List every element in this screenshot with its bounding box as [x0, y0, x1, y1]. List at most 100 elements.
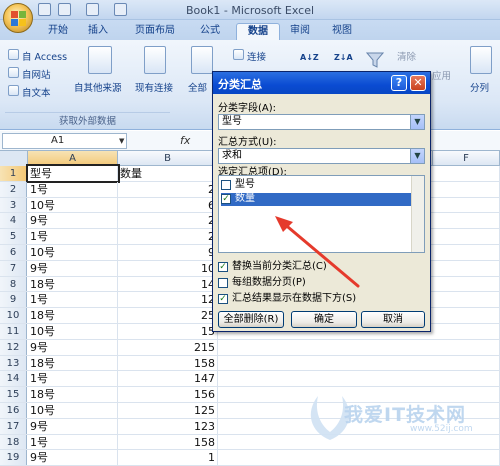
filter-icon[interactable]	[365, 52, 385, 68]
select-all-corner[interactable]	[0, 151, 28, 166]
cell-a[interactable]: 10号	[28, 197, 118, 213]
function-select[interactable]: 求和 ▼	[218, 148, 425, 164]
cell-b[interactable]: 123	[118, 418, 218, 434]
cell-a[interactable]: 18号	[28, 308, 118, 323]
tab-view[interactable]: 视图	[324, 23, 360, 40]
from-text-button[interactable]: 自文本	[22, 85, 51, 99]
row-header[interactable]: 12	[0, 339, 27, 355]
cell-b[interactable]: 2	[118, 213, 218, 229]
checkbox-page-break[interactable]	[218, 278, 228, 288]
cell-b[interactable]: 125	[118, 403, 218, 418]
row-header[interactable]: 17	[0, 418, 27, 434]
list-scrollbar[interactable]	[411, 176, 424, 252]
cell-a[interactable]: 1号	[28, 229, 118, 244]
from-web-button[interactable]: 自网站	[22, 67, 51, 81]
connections-button[interactable]: 连接	[247, 49, 266, 63]
row-header[interactable]: 6	[0, 245, 27, 260]
sort-az-button[interactable]: A↓Z	[300, 53, 319, 62]
cell-a[interactable]: 18号	[28, 355, 118, 371]
column-header-a[interactable]: A	[28, 151, 118, 166]
row-header[interactable]: 10	[0, 308, 27, 323]
row-header[interactable]: 19	[0, 450, 27, 466]
cell-b[interactable]: 215	[118, 339, 218, 355]
undo-icon[interactable]	[58, 3, 71, 16]
cell-a[interactable]: 9号	[28, 339, 118, 355]
cell-b[interactable]: 2	[118, 181, 218, 197]
cell-a[interactable]: 1号	[28, 371, 118, 387]
cell-b[interactable]: 14	[118, 276, 218, 292]
cell-a[interactable]: 9号	[28, 260, 118, 276]
cell-a[interactable]: 10号	[28, 403, 118, 418]
cancel-button[interactable]: 取消	[361, 311, 425, 328]
cell-b[interactable]: 6	[118, 197, 218, 213]
row-header[interactable]: 16	[0, 403, 27, 418]
cell-a[interactable]: 1号	[28, 434, 118, 450]
row-header[interactable]: 1	[0, 166, 27, 181]
cell-b[interactable]: 2	[118, 229, 218, 244]
checkbox-quantity[interactable]: ✓	[221, 194, 231, 204]
cell-empty[interactable]	[218, 450, 500, 466]
cell-b[interactable]: 12	[118, 292, 218, 308]
checkbox-replace-current[interactable]: ✓	[218, 262, 228, 272]
refresh-all-button[interactable]: 全部	[188, 80, 207, 94]
close-icon[interactable]: ✕	[410, 75, 426, 91]
cell-b[interactable]: 10	[118, 260, 218, 276]
cell-a[interactable]: 9号	[28, 418, 118, 434]
name-box-dropdown-icon[interactable]: ▼	[119, 137, 124, 145]
chevron-down-icon[interactable]: ▼	[410, 115, 424, 129]
cell-a[interactable]: 9号	[28, 213, 118, 229]
list-item-model[interactable]: 型号	[221, 179, 411, 192]
cell-empty[interactable]	[218, 355, 500, 371]
help-icon[interactable]: ?	[391, 75, 407, 91]
row-header[interactable]: 3	[0, 197, 27, 213]
column-header-f[interactable]: F	[432, 151, 500, 166]
ok-button[interactable]: 确定	[291, 311, 357, 328]
row-header[interactable]: 4	[0, 213, 27, 229]
checkbox-model[interactable]	[221, 180, 231, 190]
cell-a[interactable]: 10号	[28, 245, 118, 260]
redo-icon[interactable]	[86, 3, 99, 16]
cell-a[interactable]: 1号	[28, 292, 118, 308]
existing-connections-button[interactable]: 现有连接	[135, 80, 173, 94]
office-button[interactable]	[3, 3, 33, 33]
checkbox-summary-below[interactable]: ✓	[218, 294, 228, 304]
list-item-quantity[interactable]: ✓ 数量	[221, 193, 411, 206]
cell-b[interactable]: 156	[118, 387, 218, 402]
cell-b[interactable]: 158	[118, 355, 218, 371]
cell-b[interactable]: 147	[118, 371, 218, 387]
name-box[interactable]: A1	[2, 133, 127, 149]
tab-home[interactable]: 开始	[40, 23, 76, 40]
sort-za-button[interactable]: Z↓A	[334, 53, 353, 62]
chevron-down-icon[interactable]: ▼	[410, 149, 424, 163]
cell-a[interactable]: 18号	[28, 387, 118, 402]
row-header[interactable]: 7	[0, 260, 27, 276]
clear-button[interactable]: 清除	[397, 49, 416, 63]
row-header[interactable]: 9	[0, 292, 27, 308]
cell-b[interactable]: 9	[118, 245, 218, 260]
cell-a[interactable]: 型号	[26, 164, 120, 183]
tab-page-layout[interactable]: 页面布局	[128, 23, 182, 40]
tab-formulas[interactable]: 公式	[192, 23, 228, 40]
cell-a[interactable]: 18号	[28, 276, 118, 292]
cell-b[interactable]: 数量	[118, 166, 218, 181]
quick-print-icon[interactable]	[114, 3, 127, 16]
cell-a[interactable]: 10号	[28, 324, 118, 339]
tab-review[interactable]: 审阅	[282, 23, 318, 40]
cell-a[interactable]: 1号	[28, 181, 118, 197]
group-by-select[interactable]: 型号 ▼	[218, 114, 425, 130]
row-header[interactable]: 13	[0, 355, 27, 371]
cell-a[interactable]: 9号	[28, 450, 118, 466]
row-header[interactable]: 2	[0, 181, 27, 197]
cell-b[interactable]: 15	[118, 324, 218, 339]
fx-icon[interactable]: fx	[180, 134, 190, 147]
cell-b[interactable]: 1	[118, 450, 218, 466]
cell-b[interactable]: 158	[118, 434, 218, 450]
cell-empty[interactable]	[218, 339, 500, 355]
remove-all-button[interactable]: 全部删除(R)	[218, 311, 284, 328]
column-header-b[interactable]: B	[118, 151, 218, 166]
row-header[interactable]: 18	[0, 434, 27, 450]
row-header[interactable]: 11	[0, 324, 27, 339]
text-to-columns-button[interactable]: 分列	[470, 80, 489, 94]
cell-empty[interactable]	[218, 371, 500, 387]
tab-data[interactable]: 数据	[236, 23, 280, 40]
